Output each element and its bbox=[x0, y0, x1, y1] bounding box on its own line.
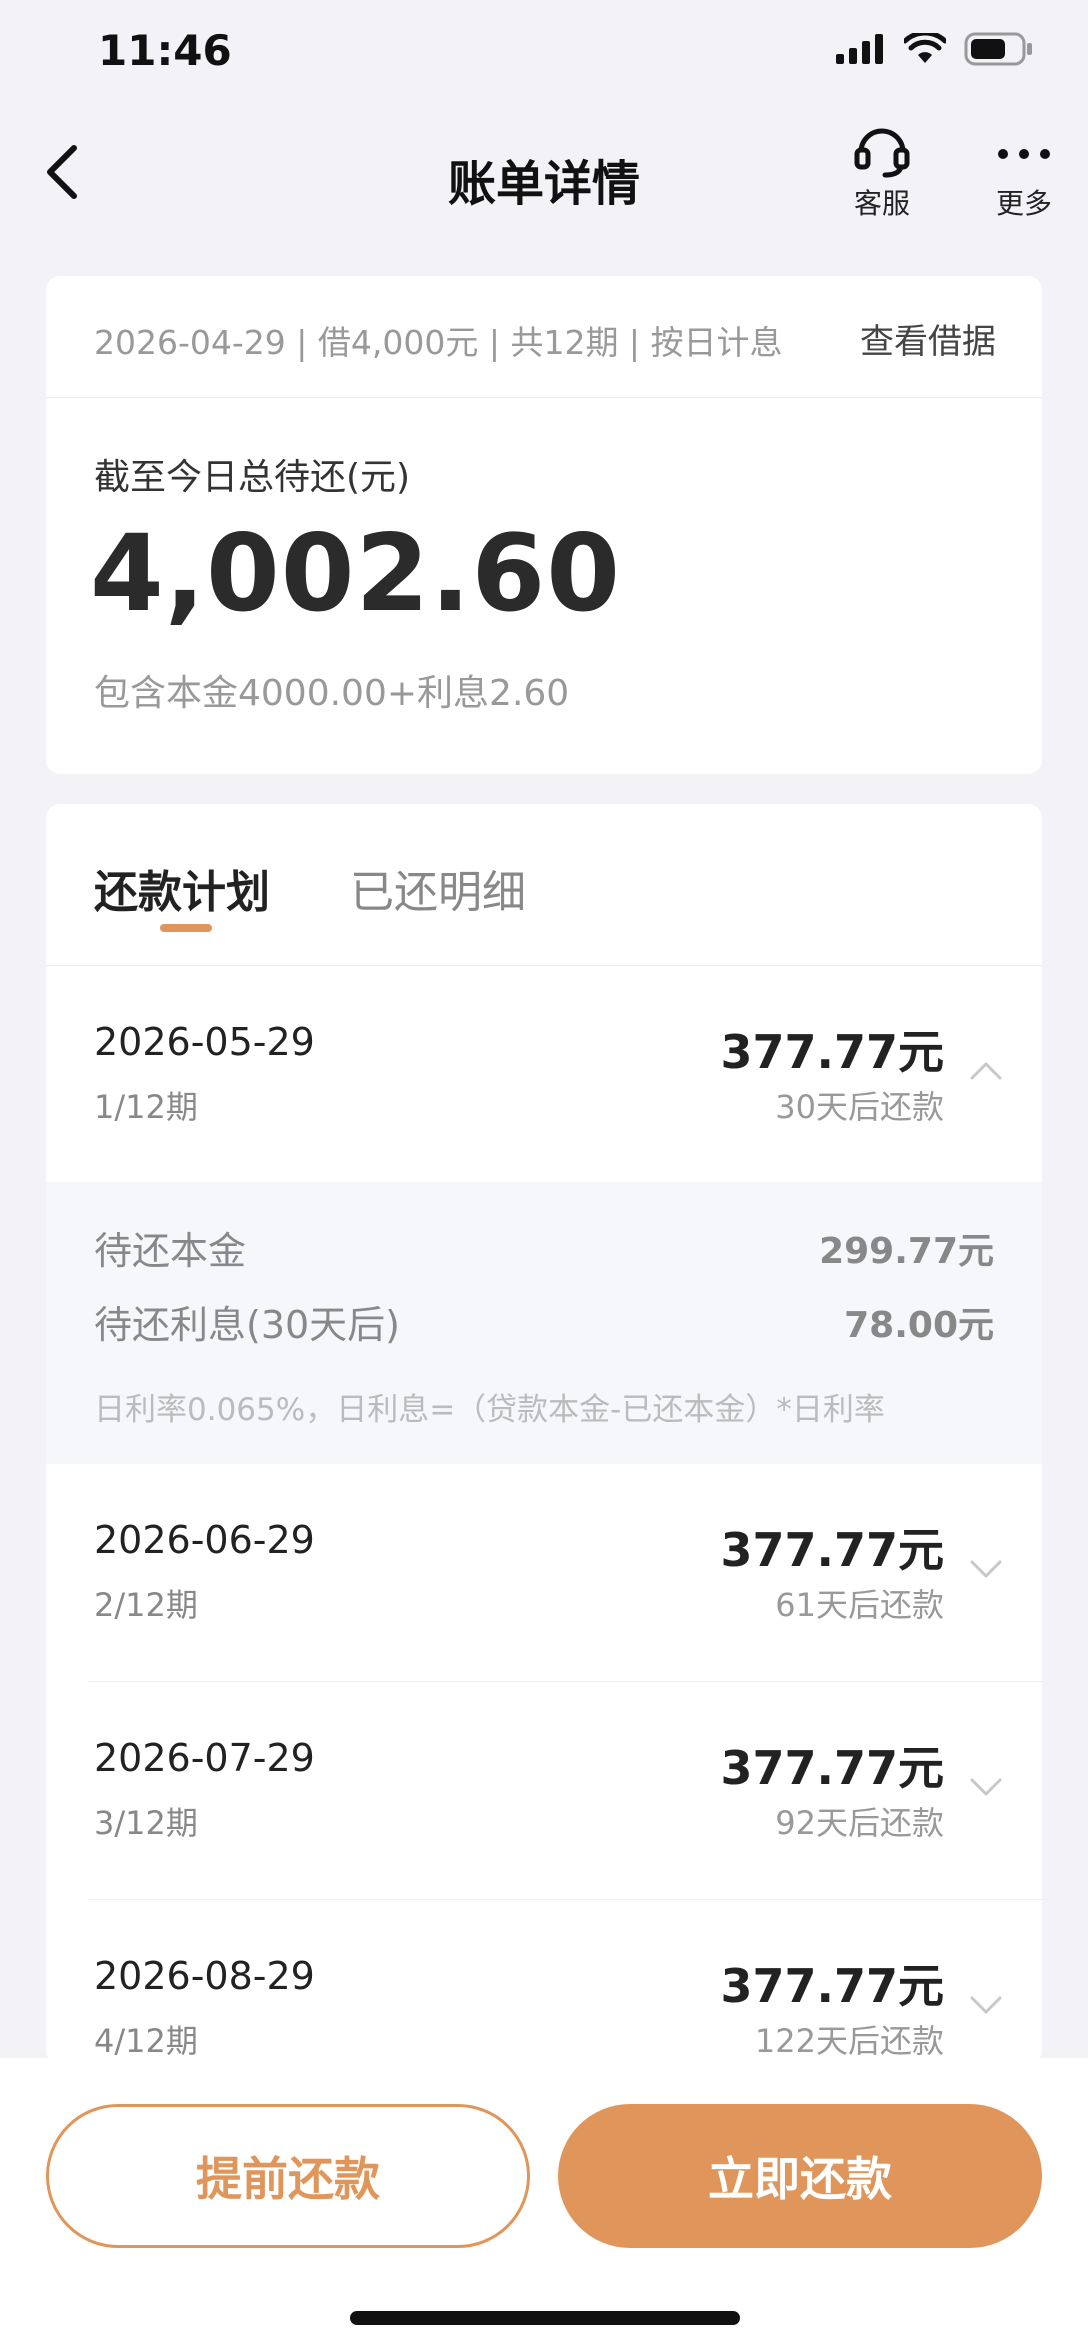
installment-term: 3/12期 bbox=[94, 1804, 198, 1842]
total-due-breakdown: 包含本金4000.00+利息2.60 bbox=[94, 673, 570, 714]
wifi-icon bbox=[904, 33, 946, 63]
installment-row[interactable]: 2026-06-29 2/12期 377.77元 61天后还款 bbox=[46, 1464, 1042, 1682]
interest-label: 待还利息(30天后) bbox=[94, 1303, 401, 1347]
chevron-down-icon[interactable] bbox=[968, 1774, 1004, 1798]
more-button[interactable]: 更多 bbox=[976, 122, 1072, 222]
bottom-action-bar: 提前还款 立即还款 bbox=[0, 2058, 1088, 2335]
installment-due-in: 61天后还款 bbox=[775, 1586, 944, 1624]
installment-term: 4/12期 bbox=[94, 2022, 198, 2060]
cellular-signal-icon bbox=[836, 34, 883, 64]
principal-value: 299.77元 bbox=[819, 1231, 994, 1272]
status-bar: 11:46 bbox=[0, 0, 1088, 104]
chevron-up-icon[interactable] bbox=[968, 1058, 1004, 1082]
installment-date: 2026-07-29 bbox=[94, 1736, 315, 1780]
principal-label: 待还本金 bbox=[94, 1229, 247, 1273]
customer-service-label: 客服 bbox=[853, 187, 910, 220]
installment-due-in: 30天后还款 bbox=[775, 1088, 944, 1126]
more-dots-icon bbox=[998, 149, 1050, 159]
total-due-label: 截至今日总待还(元) bbox=[94, 457, 411, 498]
interest-rate-note: 日利率0.065%，日利息=（贷款本金-已还本金）*日利率 bbox=[94, 1392, 885, 1428]
installment-amount: 377.77元 bbox=[720, 1741, 944, 1795]
installment-amount: 377.77元 bbox=[720, 1959, 944, 2013]
installment-date: 2026-06-29 bbox=[94, 1518, 315, 1562]
headset-icon bbox=[854, 128, 910, 178]
more-label: 更多 bbox=[995, 187, 1052, 220]
tab-repayment-plan[interactable]: 还款计划 bbox=[94, 856, 270, 920]
status-icons bbox=[836, 32, 1034, 66]
installment-date: 2026-08-29 bbox=[94, 1954, 315, 1998]
installment-amount: 377.77元 bbox=[720, 1025, 944, 1079]
battery-icon bbox=[964, 32, 1032, 66]
view-loan-note-link[interactable]: 查看借据 bbox=[860, 314, 996, 363]
pay-now-button[interactable]: 立即还款 bbox=[558, 2104, 1042, 2248]
chevron-down-icon[interactable] bbox=[968, 1556, 1004, 1580]
navigation-bar: 账单详情 客服 更多 bbox=[0, 104, 1088, 244]
home-indicator bbox=[350, 2311, 740, 2325]
total-due-amount: 4,002.60 bbox=[90, 512, 622, 635]
interest-value: 78.00元 bbox=[844, 1305, 994, 1346]
loan-meta-row: 2026-04-29 | 借4,000元 | 共12期 | 按日计息 查看借据 bbox=[46, 276, 1042, 398]
installment-amount: 377.77元 bbox=[720, 1523, 944, 1577]
installment-row[interactable]: 2026-08-29 4/12期 377.77元 122天后还款 bbox=[46, 1900, 1042, 2064]
loan-meta: 2026-04-29 | 借4,000元 | 共12期 | 按日计息 bbox=[94, 323, 783, 362]
installment-term: 1/12期 bbox=[94, 1088, 198, 1126]
repayment-plan-card: 还款计划 已还明细 2026-05-29 1/12期 377.77元 30天后还… bbox=[46, 804, 1042, 2064]
status-time: 11:46 bbox=[98, 26, 232, 75]
loan-summary-card: 2026-04-29 | 借4,000元 | 共12期 | 按日计息 查看借据 … bbox=[46, 276, 1042, 774]
active-tab-indicator bbox=[160, 924, 212, 932]
installment-due-in: 92天后还款 bbox=[775, 1804, 944, 1842]
installment-detail-panel: 待还本金 299.77元 待还利息(30天后) 78.00元 日利率0.065%… bbox=[46, 1182, 1042, 1464]
installment-due-in: 122天后还款 bbox=[754, 2022, 944, 2060]
plan-tabs: 还款计划 已还明细 bbox=[46, 804, 1042, 966]
installment-term: 2/12期 bbox=[94, 1586, 198, 1624]
installment-date: 2026-05-29 bbox=[94, 1020, 315, 1064]
prepay-button[interactable]: 提前还款 bbox=[46, 2104, 530, 2248]
chevron-down-icon[interactable] bbox=[968, 1992, 1004, 2016]
tab-repaid-detail[interactable]: 已还明细 bbox=[350, 856, 526, 920]
installment-row[interactable]: 2026-05-29 1/12期 377.77元 30天后还款 bbox=[46, 966, 1042, 1182]
customer-service-button[interactable]: 客服 bbox=[834, 122, 930, 222]
bill-detail-page: 11:46 账单详情 客服 更多 2026-04-29 | 借4,000元 | … bbox=[0, 0, 1088, 2335]
installment-row[interactable]: 2026-07-29 3/12期 377.77元 92天后还款 bbox=[46, 1682, 1042, 1900]
